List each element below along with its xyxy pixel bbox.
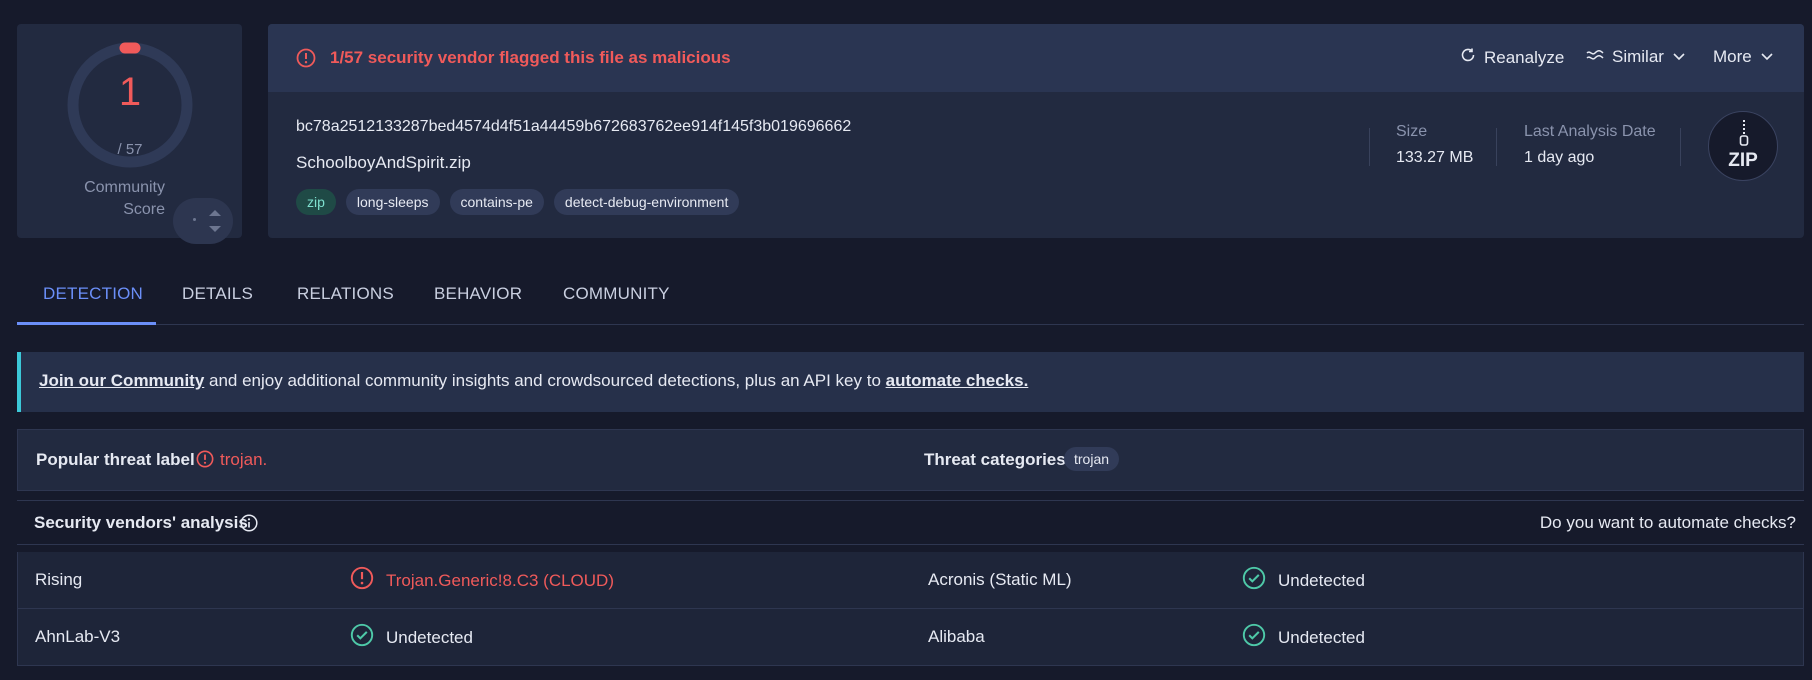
- refresh-icon: [1460, 47, 1476, 68]
- upvote-icon[interactable]: [209, 210, 221, 216]
- reanalyze-label: Reanalyze: [1484, 47, 1565, 67]
- vendor-row: AhnLab-V3 Undetected Alibaba Undetected: [17, 609, 1804, 666]
- detection-count: 1: [118, 70, 142, 114]
- similar-wave-icon: [1586, 47, 1604, 67]
- tab-behavior[interactable]: BEHAVIOR: [434, 284, 522, 304]
- alert-circle-icon: [196, 450, 214, 473]
- check-circle-icon: [1242, 623, 1266, 652]
- check-circle-icon: [350, 623, 374, 652]
- file-name: SchoolboyAndSpirit.zip: [296, 153, 471, 172]
- vendors-header: Security vendors' analysis Do you want t…: [17, 500, 1804, 545]
- detection-total: / 57: [117, 141, 143, 158]
- divider: [1496, 128, 1497, 166]
- tab-relations[interactable]: RELATIONS: [297, 284, 394, 304]
- vendor-result: Undetected: [1242, 566, 1365, 595]
- vendor-name: Rising: [35, 570, 83, 589]
- divider: [1369, 128, 1370, 166]
- info-icon[interactable]: [240, 514, 258, 537]
- file-type-badge: ZIP: [1708, 111, 1778, 181]
- size-label: Size: [1396, 123, 1428, 140]
- tag-chip[interactable]: long-sleeps: [345, 189, 440, 215]
- vendor-result: Undetected: [1242, 623, 1365, 652]
- alert-circle-icon: [296, 48, 316, 73]
- community-score-value: [193, 218, 196, 221]
- tag-chip[interactable]: zip: [296, 189, 336, 215]
- active-tab-indicator: [17, 322, 156, 325]
- vendor-result-text: Trojan.Generic!8.C3 (CLOUD): [386, 570, 614, 590]
- vendor-name: AhnLab-V3: [35, 627, 121, 646]
- community-vote-control[interactable]: [173, 198, 233, 244]
- threat-categories-label: Threat categories: [924, 450, 1066, 469]
- vendor-result-text: Undetected: [386, 627, 473, 647]
- vendor-result-text: Undetected: [1278, 627, 1365, 647]
- join-community-link[interactable]: Join our Community: [39, 371, 204, 390]
- banner-body: and enjoy additional community insights …: [204, 371, 886, 390]
- reanalyze-button[interactable]: Reanalyze: [1460, 47, 1564, 68]
- last-analysis-value: 1 day ago: [1524, 149, 1595, 166]
- similar-label: Similar: [1612, 47, 1664, 66]
- chevron-down-icon: [1672, 47, 1686, 67]
- more-label: More: [1713, 47, 1752, 66]
- popular-threat-label: Popular threat label: [36, 450, 195, 469]
- vendor-result-text: Undetected: [1278, 570, 1365, 590]
- threat-summary: Popular threat label trojan. Threat cate…: [17, 429, 1804, 491]
- vendor-name: Acronis (Static ML): [928, 570, 1072, 589]
- report-tabs: DETECTION DETAILS RELATIONS BEHAVIOR COM…: [17, 266, 1804, 325]
- tag-chip[interactable]: detect-debug-environment: [553, 189, 740, 215]
- detection-score-card: 1 / 57 Community Score: [17, 24, 242, 244]
- file-summary-card: 1/57 security vendor flagged this file a…: [268, 24, 1804, 238]
- tab-community[interactable]: COMMUNITY: [563, 284, 670, 304]
- size-value: 133.27 MB: [1396, 149, 1474, 166]
- downvote-icon[interactable]: [209, 226, 221, 232]
- file-hash[interactable]: bc78a2512133287bed4574d4f51a44459b672683…: [296, 118, 851, 136]
- vendor-row: Rising Trojan.Generic!8.C3 (CLOUD) Acron…: [17, 552, 1804, 609]
- vendor-result: Trojan.Generic!8.C3 (CLOUD): [350, 566, 614, 595]
- automate-checks-link[interactable]: automate checks.: [886, 371, 1029, 390]
- banner-text: Join our Community and enjoy additional …: [39, 371, 1028, 391]
- check-circle-icon: [1242, 566, 1266, 595]
- tag-chip[interactable]: contains-pe: [449, 189, 544, 215]
- tab-detection[interactable]: DETECTION: [43, 284, 143, 304]
- alert-message: 1/57 security vendor flagged this file a…: [330, 48, 731, 67]
- vendors-title: Security vendors' analysis: [34, 513, 248, 532]
- popular-threat-value[interactable]: trojan.: [220, 450, 267, 470]
- community-banner: Join our Community and enjoy additional …: [17, 352, 1804, 412]
- divider: [1680, 128, 1681, 166]
- similar-dropdown[interactable]: Similar: [1586, 47, 1686, 67]
- alert-circle-icon: [350, 566, 374, 595]
- vendor-result: Undetected: [350, 623, 473, 652]
- threat-category-chip[interactable]: trojan: [1064, 447, 1120, 471]
- last-analysis-label: Last Analysis Date: [1524, 123, 1656, 140]
- file-type-label: ZIP: [1728, 150, 1758, 171]
- malicious-alert-bar: 1/57 security vendor flagged this file a…: [268, 24, 1804, 92]
- automate-checks-prompt[interactable]: Do you want to automate checks?: [1540, 513, 1796, 533]
- community-score-label: Community Score: [84, 179, 165, 218]
- vendor-name: Alibaba: [928, 627, 985, 646]
- file-tags: zip long-sleeps contains-pe detect-debug…: [296, 189, 740, 215]
- tab-details[interactable]: DETAILS: [182, 284, 253, 304]
- chevron-down-icon: [1760, 47, 1774, 67]
- more-dropdown[interactable]: More: [1713, 47, 1774, 67]
